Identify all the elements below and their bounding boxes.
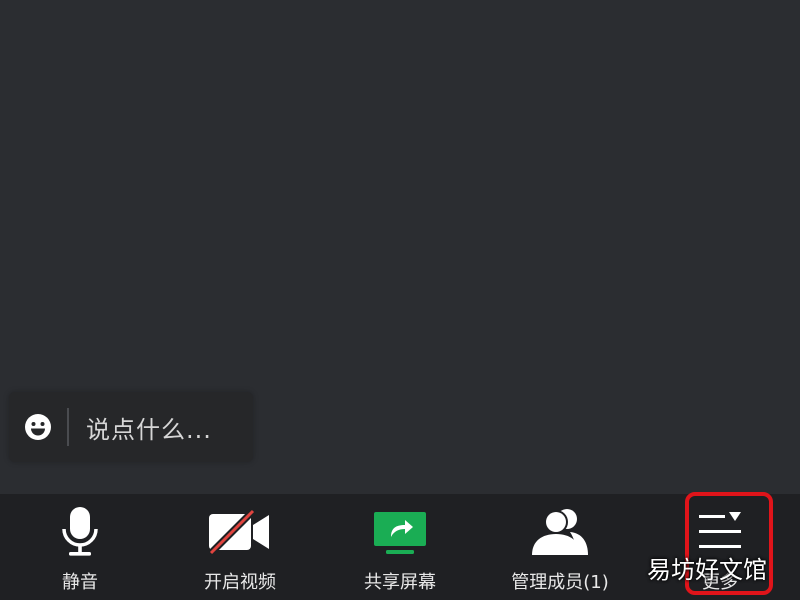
chat-placeholder[interactable]: 说点什么...	[86, 410, 212, 445]
share-screen-label: 共享屏幕	[364, 572, 436, 593]
manage-members-button[interactable]: 管理成员(1)	[480, 494, 640, 600]
manage-members-label: 管理成员(1)	[511, 572, 609, 593]
emoji-button[interactable]	[9, 392, 67, 462]
camera-off-icon	[208, 509, 269, 555]
smiley-icon	[25, 414, 51, 440]
chat-input-box[interactable]: 说点什么...	[9, 392, 253, 462]
start-video-label: 开启视频	[204, 572, 276, 593]
mute-button[interactable]: 静音	[0, 494, 160, 600]
share-screen-button[interactable]: 共享屏幕	[320, 494, 480, 600]
mute-label: 静音	[62, 572, 98, 593]
members-icon	[532, 509, 588, 555]
share-screen-icon	[374, 512, 426, 554]
microphone-icon	[62, 507, 98, 556]
start-video-button[interactable]: 开启视频	[160, 494, 320, 600]
watermark: 易坊好文馆	[647, 556, 767, 584]
chat-divider	[67, 408, 69, 446]
more-menu-icon	[699, 512, 741, 548]
